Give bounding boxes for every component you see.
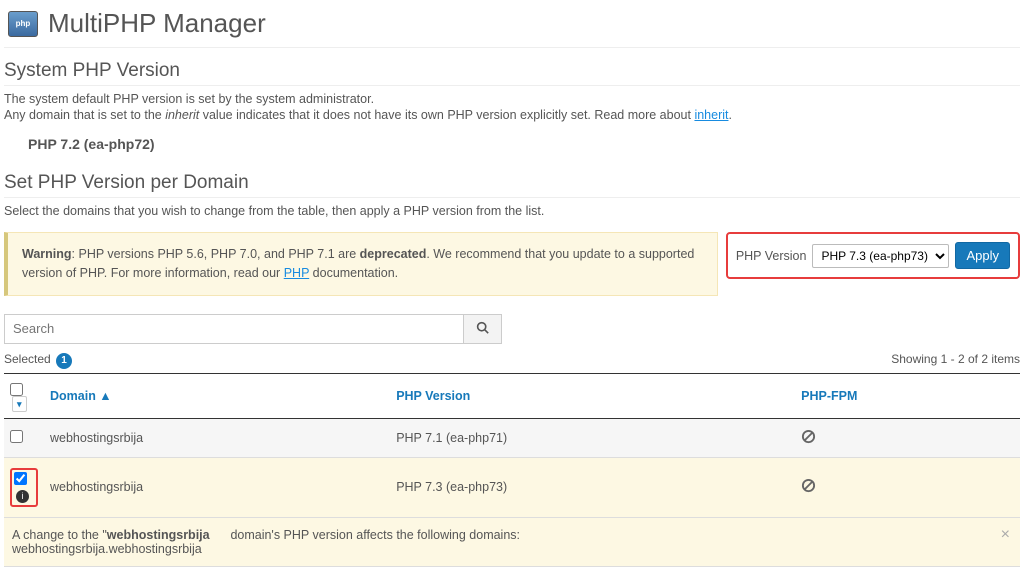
ban-icon bbox=[801, 478, 816, 493]
search-icon bbox=[476, 321, 489, 334]
deprecation-warning: Warning: PHP versions PHP 5.6, PHP 7.0, … bbox=[4, 232, 718, 296]
search-button[interactable] bbox=[464, 314, 502, 344]
system-version-desc-1: The system default PHP version is set by… bbox=[4, 92, 1020, 106]
selected-count-label: Selected 1 bbox=[4, 352, 72, 369]
apply-php-version-box: PHP Version PHP 7.3 (ea-php73) Apply bbox=[726, 232, 1020, 279]
domains-table: ▾ Domain ▲ PHP Version PHP-FPM webhostin… bbox=[4, 373, 1020, 567]
table-row: i webhostingsrbija PHP 7.3 (ea-php73) bbox=[4, 457, 1020, 517]
selected-count-badge: 1 bbox=[56, 353, 72, 369]
table-row: webhostingsrbija PHP 7.1 (ea-php71) bbox=[4, 418, 1020, 457]
domain-cell: webhostingsrbija bbox=[44, 418, 390, 457]
showing-label: Showing 1 - 2 of 2 items bbox=[891, 352, 1020, 369]
apply-button[interactable]: Apply bbox=[955, 242, 1010, 269]
col-php[interactable]: PHP Version bbox=[390, 373, 795, 418]
per-domain-desc: Select the domains that you wish to chan… bbox=[4, 204, 1020, 218]
domain-cell: webhostingsrbija bbox=[44, 457, 390, 517]
fpm-cell bbox=[795, 457, 1020, 517]
select-all-dropdown[interactable]: ▾ bbox=[12, 396, 27, 412]
php-cell: PHP 7.1 (ea-php71) bbox=[390, 418, 795, 457]
col-fpm[interactable]: PHP-FPM bbox=[795, 373, 1020, 418]
php-cell: PHP 7.3 (ea-php73) bbox=[390, 457, 795, 517]
inherit-link[interactable]: inherit bbox=[694, 108, 728, 122]
app-icon: php bbox=[8, 11, 38, 37]
col-domain[interactable]: Domain ▲ bbox=[44, 373, 390, 418]
php-version-label: PHP Version bbox=[736, 249, 807, 263]
php-doc-link[interactable]: PHP bbox=[284, 266, 309, 280]
info-icon[interactable]: i bbox=[16, 490, 29, 503]
fpm-cell bbox=[795, 418, 1020, 457]
search-input[interactable] bbox=[4, 314, 464, 344]
system-version-desc-2: Any domain that is set to the inherit va… bbox=[4, 108, 1020, 122]
close-icon[interactable]: × bbox=[1001, 526, 1010, 544]
php-version-select[interactable]: PHP 7.3 (ea-php73) bbox=[812, 244, 949, 268]
page-title: MultiPHP Manager bbox=[48, 8, 266, 39]
row-checkbox[interactable] bbox=[14, 472, 27, 485]
ban-icon bbox=[801, 429, 816, 444]
select-all-checkbox[interactable] bbox=[10, 383, 23, 396]
system-php-version: PHP 7.2 (ea-php72) bbox=[4, 124, 1020, 164]
system-version-heading: System PHP Version bbox=[4, 60, 1020, 86]
per-domain-heading: Set PHP Version per Domain bbox=[4, 172, 1020, 198]
row-checkbox[interactable] bbox=[10, 430, 23, 443]
